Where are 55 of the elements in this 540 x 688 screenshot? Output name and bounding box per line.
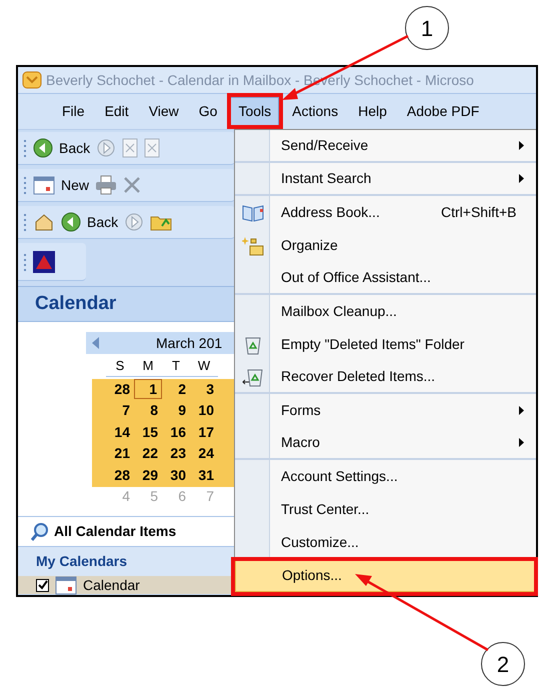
calendar-day[interactable]: 14: [106, 422, 134, 442]
calendar-day[interactable]: 15: [134, 422, 162, 442]
calendar-day[interactable]: 10: [190, 400, 218, 420]
shortcut-label: Ctrl+Shift+B: [441, 203, 516, 222]
menu-option[interactable]: Forms: [235, 394, 536, 427]
menu-option[interactable]: Empty "Deleted Items" Folder: [235, 328, 536, 361]
calendar-day[interactable]: 28: [106, 379, 134, 399]
calendar-day[interactable]: 28: [106, 465, 134, 485]
calendar-day[interactable]: 24: [190, 444, 218, 464]
weekday-label: S: [114, 357, 126, 375]
menu-item[interactable]: Tools: [230, 96, 280, 126]
calendar-day[interactable]: 31: [190, 465, 218, 485]
calendar-day[interactable]: 3: [190, 379, 218, 399]
button-label[interactable]: Back: [87, 212, 118, 232]
month-title: March 201: [156, 334, 222, 352]
calendar-day[interactable]: 21: [106, 444, 134, 464]
calendar-day[interactable]: 1: [134, 379, 162, 399]
menu-item[interactable]: Adobe PDF: [400, 96, 486, 126]
calendar-day[interactable]: 2: [162, 379, 190, 399]
section-header: My Calendars: [36, 552, 128, 571]
menu-option[interactable]: Instant Search: [235, 163, 536, 196]
calendar-day[interactable]: 8: [134, 400, 162, 420]
calendar-day[interactable]: 30: [162, 465, 190, 485]
calendar-day[interactable]: 9: [162, 400, 190, 420]
calendar-day[interactable]: 23: [162, 444, 190, 464]
calendar-day[interactable]: 29: [134, 465, 162, 485]
callout-number: 1: [405, 6, 449, 50]
calendar-day[interactable]: 16: [162, 422, 190, 442]
menu-option[interactable]: Organize: [235, 229, 536, 262]
menu-option[interactable]: Out of Office Assistant...: [235, 262, 536, 295]
callout-number: 2: [481, 642, 525, 686]
menu-option[interactable]: Options...: [235, 559, 536, 592]
menu-option[interactable]: Recover Deleted Items...: [235, 361, 536, 394]
menu-item[interactable]: Help: [351, 96, 394, 126]
calendar-day[interactable]: 17: [190, 422, 218, 442]
button-label[interactable]: Back: [59, 138, 90, 158]
button-label[interactable]: New: [61, 174, 90, 196]
menu-option[interactable]: Macro: [235, 427, 536, 460]
menu-item[interactable]: Edit: [98, 96, 136, 126]
calendar-day[interactable]: 7: [106, 400, 134, 420]
menu-option[interactable]: Mailbox Cleanup...: [235, 295, 536, 328]
menu-option[interactable]: Account Settings...: [235, 460, 536, 493]
menu-option[interactable]: Customize...: [235, 526, 536, 559]
weekday-label: M: [142, 357, 154, 375]
menu-item[interactable]: File: [55, 96, 92, 126]
menu-item[interactable]: View: [142, 96, 186, 126]
menu-item[interactable]: Go: [192, 96, 224, 126]
pane-title: Calendar: [35, 292, 116, 316]
menu-item[interactable]: Actions: [285, 96, 346, 126]
menu-option[interactable]: Address Book... Ctrl+Shift+B: [235, 196, 536, 229]
calendar-day[interactable]: 22: [134, 444, 162, 464]
menu-option[interactable]: Send/Receive: [235, 130, 536, 163]
weekday-label: W: [196, 357, 212, 375]
menu-option[interactable]: Trust Center...: [235, 493, 536, 526]
weekday-label: T: [171, 357, 181, 375]
